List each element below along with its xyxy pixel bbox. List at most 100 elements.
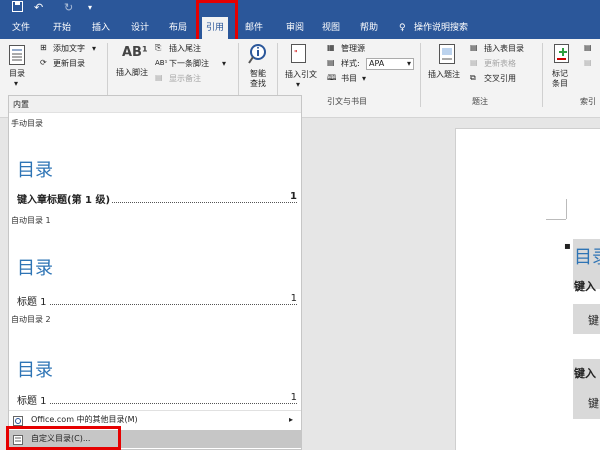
margin-mark: [546, 219, 566, 220]
quick-access-dropdown-icon[interactable]: ▾: [88, 1, 92, 15]
cross-reference-button[interactable]: 交叉引用: [484, 74, 516, 84]
update-toc-icon[interactable]: ⟳: [40, 58, 47, 68]
toc-icon[interactable]: [9, 45, 25, 68]
group-separator: [542, 43, 543, 107]
highlight-box-custom-toc: [6, 426, 121, 450]
gallery-header: 内置: [9, 96, 301, 113]
highlight-box-references-tab: [196, 0, 238, 44]
chevron-down-icon: ▾: [406, 59, 411, 68]
insert-caption-icon[interactable]: [439, 44, 455, 67]
svg-text:": ": [294, 49, 298, 58]
mark-entry-button[interactable]: 标记: [552, 69, 568, 79]
show-notes-icon: ▤: [155, 73, 163, 82]
smart-lookup-icon[interactable]: [248, 44, 268, 67]
insert-table-of-figures-button[interactable]: 插入表目录: [484, 44, 524, 54]
gallery-section-title: 自动目录 2: [11, 315, 51, 324]
tell-me-search[interactable]: 操作说明搜索: [414, 21, 468, 35]
update-table-button: 更新表格: [484, 59, 516, 68]
tab-view[interactable]: 视图: [322, 21, 340, 35]
insert-footnote-icon[interactable]: AB¹: [122, 46, 148, 59]
tab-help[interactable]: 帮助: [360, 21, 378, 35]
add-text-dropdown-icon[interactable]: ▾: [92, 44, 96, 54]
toc-button[interactable]: 目录: [9, 69, 25, 79]
insert-citation-dropdown-icon[interactable]: ▾: [296, 80, 300, 90]
toc-gallery-dropdown: 内置 手动目录 目录 键入章标题(第 1 级) 1 自动目录 1 目录 标题 1…: [8, 95, 302, 450]
toc-preview-line-text: 键入章标题(第 1 级): [17, 191, 113, 206]
gallery-section-title: 自动目录 1: [11, 216, 51, 225]
manage-sources-icon[interactable]: ▦: [327, 43, 335, 53]
gallery-section-title: 手动目录: [11, 119, 43, 128]
next-footnote-icon[interactable]: AB¹: [155, 58, 167, 68]
manage-sources-button[interactable]: 管理源: [341, 44, 365, 54]
insert-footnote-button[interactable]: 插入脚注: [116, 68, 148, 78]
add-text-button[interactable]: 添加文字: [53, 44, 85, 54]
toc-preview-line-text: 标题 1: [17, 293, 49, 308]
document-toc-entry: 键: [588, 314, 599, 327]
insert-endnote-icon[interactable]: ⎘: [155, 43, 161, 53]
toc-dropdown-icon[interactable]: ▾: [14, 79, 18, 89]
insert-endnote-button[interactable]: 插入尾注: [169, 44, 201, 54]
insert-index-icon[interactable]: ▤: [584, 43, 592, 53]
toc-preview-page-number: 1: [288, 293, 297, 304]
group-separator: [420, 43, 421, 107]
citations-group-label: 引文与书目: [327, 97, 367, 106]
save-icon[interactable]: [12, 1, 23, 16]
bibliography-icon[interactable]: 🕮: [327, 73, 336, 83]
toc-preview-line: 标题 1 1: [17, 392, 297, 407]
document-toc-entry: 键入: [574, 280, 596, 293]
style-label: 样式:: [341, 59, 360, 68]
insert-citation-icon[interactable]: ": [291, 44, 309, 67]
captions-group-label: 题注: [472, 97, 488, 106]
redo-icon[interactable]: ↻: [64, 1, 73, 15]
next-footnote-dropdown-icon[interactable]: ▾: [222, 59, 226, 69]
undo-icon[interactable]: ↶: [34, 1, 43, 15]
insert-citation-button[interactable]: 插入引文: [285, 70, 317, 80]
margin-mark: [566, 199, 567, 219]
toc-preview-line: 标题 1 1: [17, 293, 297, 308]
tab-mailings[interactable]: 邮件: [245, 21, 263, 35]
style-select[interactable]: APA ▾: [366, 58, 414, 70]
toc-option-auto-1[interactable]: 目录 标题 1 1: [9, 227, 301, 308]
tab-home[interactable]: 开始: [53, 21, 71, 35]
update-index-icon: ▤: [584, 58, 592, 67]
tab-review[interactable]: 审阅: [286, 21, 304, 35]
mark-entry-button-line2[interactable]: 条目: [552, 79, 568, 89]
style-icon: ▤: [327, 58, 335, 67]
bullet-mark: ▪: [564, 241, 571, 252]
insert-table-of-figures-icon[interactable]: ▤: [470, 43, 478, 53]
cross-reference-icon[interactable]: ⧉: [470, 73, 476, 83]
smart-lookup-button-line2[interactable]: 查找: [250, 79, 266, 89]
index-group-label: 索引: [580, 97, 596, 106]
toc-option-auto-2[interactable]: 目录 标题 1 1: [9, 326, 301, 407]
toc-preview-heading: 目录: [17, 360, 53, 381]
submenu-arrow-icon: ▸: [288, 415, 293, 424]
toc-option-manual[interactable]: 目录 键入章标题(第 1 级) 1: [9, 130, 301, 210]
bibliography-dropdown-icon[interactable]: ▾: [362, 74, 366, 84]
title-bar: ↶ ↻ ▾: [0, 0, 600, 17]
leader-dots: [17, 304, 297, 305]
tell-me-icon[interactable]: ♀: [399, 21, 406, 35]
tab-layout[interactable]: 布局: [169, 21, 187, 35]
add-text-icon[interactable]: ⊞: [40, 43, 47, 53]
office-com-icon: [13, 415, 23, 426]
mark-entry-icon[interactable]: [554, 44, 572, 67]
update-toc-button[interactable]: 更新目录: [53, 59, 85, 69]
smart-lookup-button[interactable]: 智能: [250, 69, 266, 79]
insert-caption-button[interactable]: 插入题注: [428, 70, 460, 80]
next-footnote-button[interactable]: 下一条脚注: [169, 59, 209, 69]
document-toc-entry: 键: [588, 397, 599, 410]
document-toc-heading: 目录: [574, 247, 600, 268]
bibliography-button[interactable]: 书目: [341, 74, 357, 84]
show-notes-button: 显示备注: [169, 74, 201, 83]
tab-insert[interactable]: 插入: [92, 21, 110, 35]
toc-preview-page-number: 1: [288, 392, 297, 403]
toc-preview-heading: 目录: [17, 160, 53, 181]
tab-design[interactable]: 设计: [131, 21, 149, 35]
leader-dots: [17, 403, 297, 404]
document-page[interactable]: ▪ 目录 键入 键 键入 键: [455, 128, 600, 450]
document-toc-entry: 键入: [574, 367, 596, 380]
toc-preview-line-text: 标题 1: [17, 392, 49, 407]
toc-preview-line: 键入章标题(第 1 级) 1: [17, 191, 297, 206]
tab-file[interactable]: 文件: [12, 21, 30, 35]
toc-preview-page-number: 1: [288, 191, 297, 202]
